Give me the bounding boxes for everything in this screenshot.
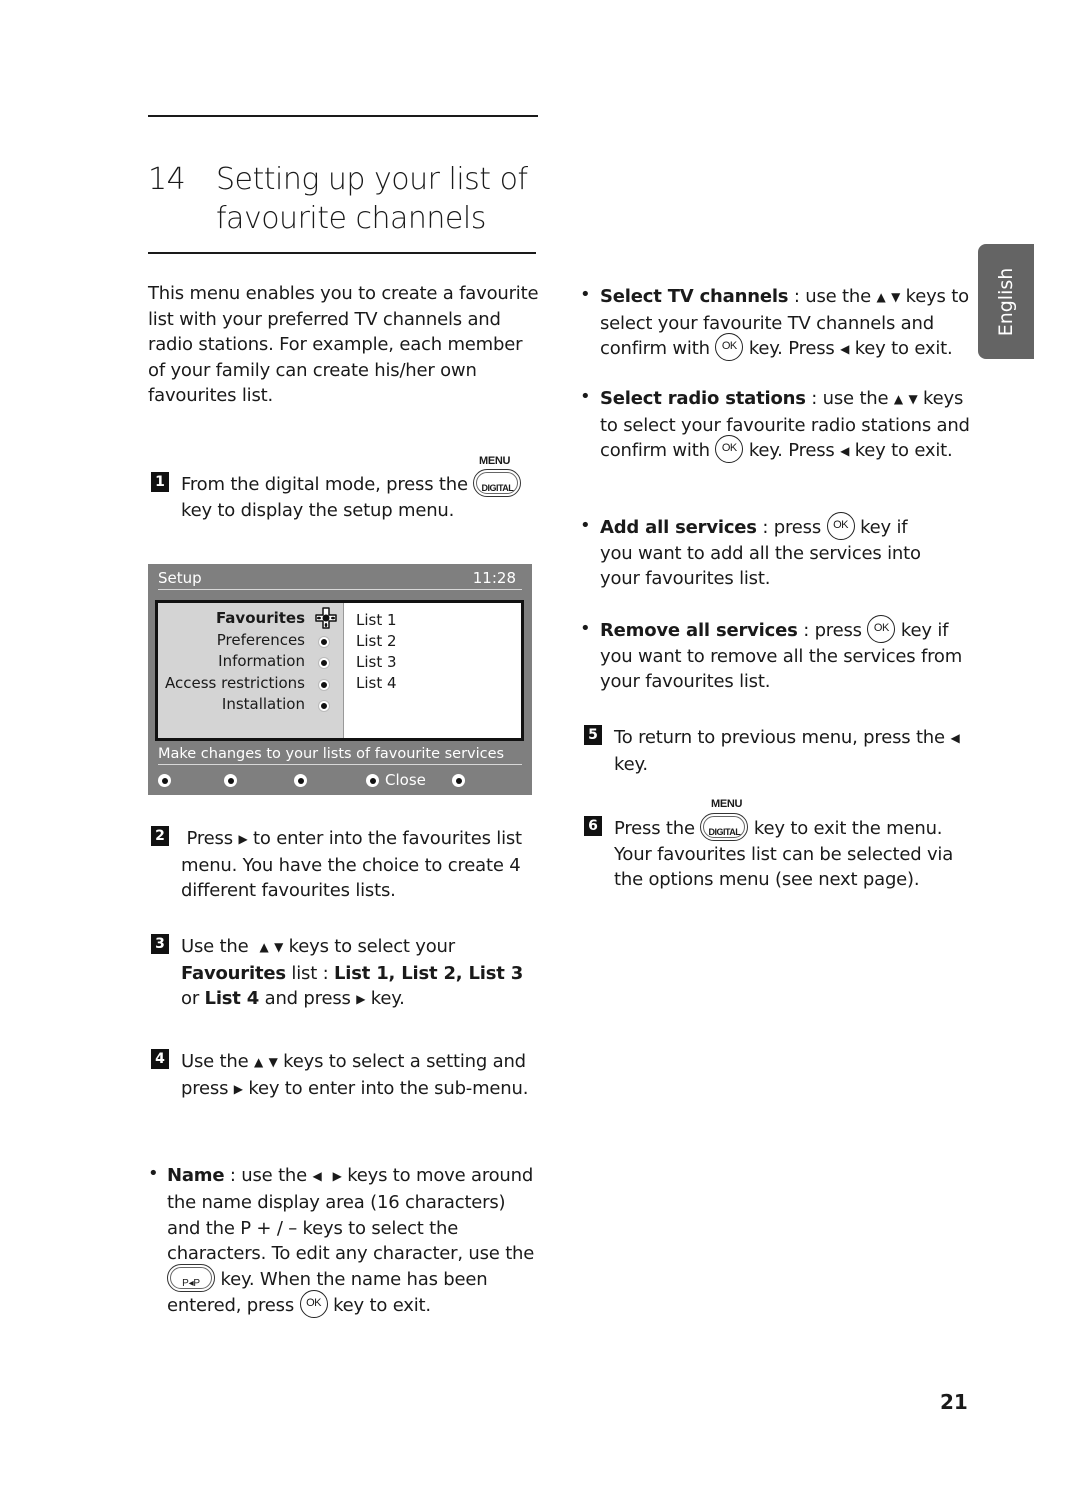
bullet-mark: •: [580, 386, 591, 407]
down-arrow-icon: ▼: [268, 1055, 278, 1069]
step-1-text: From the digital mode, press the DIGITAL…: [181, 469, 531, 523]
bullet-mark: •: [580, 515, 591, 536]
menu-key-label: MENU: [711, 798, 743, 810]
close-button[interactable]: Close: [385, 771, 426, 789]
tv-header: Setup 11:28: [158, 568, 522, 590]
sub-item-list-2[interactable]: List 2: [356, 632, 397, 650]
p-swap-key-icon: P◂P: [167, 1264, 215, 1293]
down-arrow-icon: ▼: [891, 290, 901, 304]
step-5-text: To return to previous menu, press the ◀ …: [614, 727, 960, 775]
bullet-select-radio-stations: Select radio stations : use the ▲ ▼ keys…: [600, 388, 970, 463]
language-tab-label: English: [995, 267, 1017, 336]
menu-item-access-restrictions[interactable]: Access restrictions: [165, 674, 305, 692]
bullet-remove-all-services: Remove all services : press OK key if yo…: [600, 615, 970, 695]
bullet-dot-icon: [319, 701, 329, 711]
bullet-mark: •: [580, 284, 591, 305]
up-arrow-icon: ▲: [259, 940, 269, 954]
tv-menu-list: Favourites Preferences Information Acces…: [158, 603, 344, 738]
tv-sublist: List 1 List 2 List 3 List 4: [344, 603, 521, 738]
step-number: 4: [151, 1049, 169, 1069]
blue-button-icon[interactable]: [366, 774, 379, 787]
tv-setup-screen: Setup 11:28 Favourites Preferences Infor…: [148, 564, 532, 795]
down-arrow-icon: ▼: [274, 940, 284, 954]
bullet-mark: •: [580, 618, 591, 639]
step-number: 6: [584, 816, 602, 836]
ok-key-icon: OK: [867, 615, 896, 643]
left-arrow-icon: ◀: [840, 342, 850, 356]
right-arrow-icon: ▶: [238, 832, 248, 846]
step-number: 5: [584, 725, 602, 745]
left-arrow-icon: ◀: [312, 1169, 322, 1183]
menu-item-favourites[interactable]: Favourites: [216, 609, 305, 627]
ok-key-icon: OK: [715, 333, 744, 361]
left-arrow-icon: ◀: [950, 731, 960, 745]
menu-item-preferences[interactable]: Preferences: [217, 631, 305, 649]
bullet-dot-icon: [319, 637, 329, 647]
red-button-icon[interactable]: [158, 774, 171, 787]
menu-key-label: MENU: [479, 455, 511, 467]
green-button-icon[interactable]: [224, 774, 237, 787]
right-arrow-icon: ▶: [233, 1081, 243, 1096]
language-tab: English: [978, 244, 1034, 359]
name-bullet-text: Name : use the ◀ ▶ keys to move around t…: [167, 1165, 535, 1318]
bullet-mark: •: [148, 1163, 159, 1184]
down-arrow-icon: ▼: [908, 392, 918, 406]
left-arrow-icon: ◀: [840, 444, 850, 458]
ok-key-icon: OK: [826, 512, 855, 540]
tv-title: Setup: [158, 569, 202, 587]
menu-item-information[interactable]: Information: [218, 652, 305, 670]
step-number: 3: [151, 934, 169, 954]
step-number: 2: [151, 826, 169, 846]
tv-footer: Close: [158, 771, 522, 791]
sub-item-list-3[interactable]: List 3: [356, 653, 397, 671]
right-arrow-icon: ▶: [332, 1169, 342, 1183]
navigation-cross-icon: [315, 607, 337, 629]
menu-digital-key-icon: DIGITAL: [700, 813, 749, 841]
chapter-title-text: Setting up your list of favourite channe…: [216, 162, 528, 236]
up-arrow-icon: ▲: [254, 1055, 264, 1069]
intro-paragraph: This menu enables you to create a favour…: [148, 283, 539, 406]
ok-key-icon: OK: [715, 435, 744, 463]
step-4-text: Use the ▲ ▼ keys to select a setting and…: [181, 1051, 529, 1099]
step-2-text: Press ▶ to enter into the favourites lis…: [181, 828, 522, 901]
bullet-dot-icon: [319, 658, 329, 668]
bullet-dot-icon: [319, 680, 329, 690]
yellow-button-icon[interactable]: [294, 774, 307, 787]
ok-key-icon: OK: [299, 1289, 328, 1318]
top-rule: [148, 115, 538, 117]
chapter-number: 14: [148, 162, 186, 197]
up-arrow-icon: ▲: [876, 290, 886, 304]
sub-item-list-4[interactable]: List 4: [356, 674, 397, 692]
sub-item-list-1[interactable]: List 1: [356, 611, 397, 629]
step-number: 1: [151, 472, 169, 492]
bullet-select-tv-channels: Select TV channels : use the ▲ ▼ keys to…: [600, 286, 969, 361]
title-rule: [148, 252, 536, 254]
tv-menu-panel: Favourites Preferences Information Acces…: [155, 600, 524, 741]
menu-item-installation[interactable]: Installation: [222, 695, 305, 713]
bullet-add-all-services: Add all services : press OK key if you w…: [600, 512, 940, 592]
step-6-text: Press the DIGITAL key to exit the menu. …: [614, 813, 964, 893]
step-3-text: Use the ▲ ▼ keys to select your Favourit…: [181, 936, 524, 1009]
page-number: 21: [940, 1390, 968, 1414]
tv-clock: 11:28: [472, 569, 516, 587]
tv-status-text: Make changes to your lists of favourite …: [158, 746, 522, 765]
up-arrow-icon: ▲: [893, 392, 903, 406]
white-button-icon[interactable]: [452, 774, 465, 787]
right-arrow-icon: ▶: [356, 992, 366, 1006]
menu-digital-key-icon: DIGITAL: [473, 469, 522, 497]
